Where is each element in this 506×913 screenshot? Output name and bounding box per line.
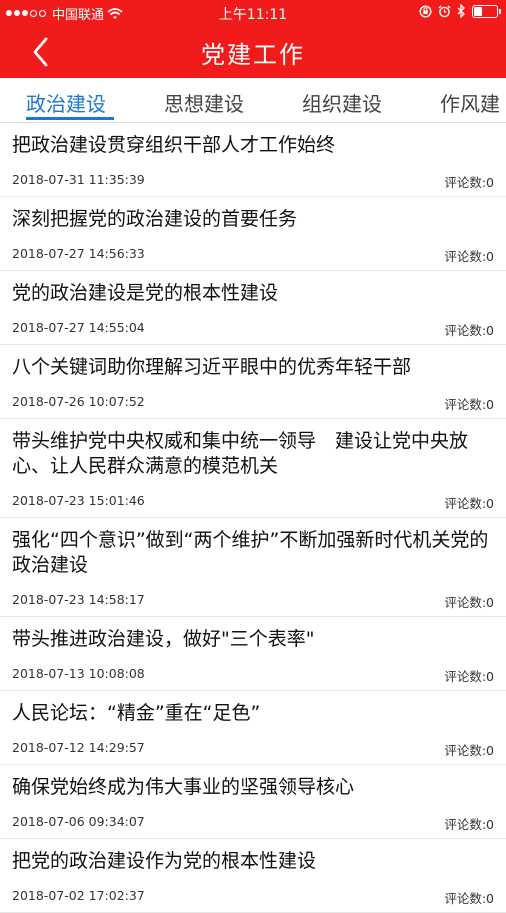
active-tab-indicator [26, 117, 114, 120]
news-meta: 2018-07-27 14:56:33 评论数:0 [12, 246, 494, 270]
news-title: 带头推进政治建设，做好"三个表率" [12, 628, 315, 650]
news-title: 把党的政治建设作为党的根本性建设 [12, 850, 317, 872]
page-title: 党建工作 [201, 41, 305, 69]
news-meta: 2018-07-26 10:07:52 评论数:0 [12, 394, 494, 418]
news-title: 把政治建设贯穿组织干部人才工作始终 [12, 134, 336, 156]
news-date: 2018-07-27 14:55:04 [12, 320, 145, 335]
news-item[interactable]: 把党的政治建设作为党的根本性建设 2018-07-02 17:02:37 评论数:0 [0, 839, 506, 913]
battery-icon [472, 4, 501, 18]
news-date: 2018-07-23 14:58:17 [12, 592, 145, 607]
news-item[interactable]: 人民论坛：“精金”重在“足色” 2018-07-12 14:29:57 评论数:0 [0, 691, 506, 765]
news-title: 带头维护党中央权威和集中统一领导 建设让党中央放心、让人民群众满意的模范机关 [12, 430, 469, 477]
tab-political[interactable]: 政治建设 [26, 88, 106, 117]
rotation-lock-icon [419, 4, 432, 18]
news-date: 2018-07-12 14:29:57 [12, 740, 145, 755]
news-title: 强化“四个意识”做到“两个维护”不断加强新时代机关党的政治建设 [12, 529, 489, 576]
status-right [419, 4, 501, 18]
bluetooth-icon [457, 4, 465, 18]
alarm-icon [438, 5, 451, 17]
news-item[interactable]: 强化“四个意识”做到“两个维护”不断加强新时代机关党的政治建设 2018-07-2… [0, 518, 506, 617]
news-meta: 2018-07-27 14:55:04 评论数:0 [12, 320, 494, 344]
status-bar: 中国联通 上午11:11 [0, 0, 506, 26]
news-meta: 2018-07-31 11:35:39 评论数:0 [12, 172, 494, 196]
news-title: 深刻把握党的政治建设的首要任务 [12, 208, 298, 230]
comment-count: 评论数:0 [444, 249, 494, 264]
tab-ideological[interactable]: 思想建设 [164, 88, 244, 117]
comment-count: 评论数:0 [444, 891, 494, 906]
tab-organizational[interactable]: 组织建设 [302, 88, 382, 117]
comment-count: 评论数:0 [444, 669, 494, 684]
news-date: 2018-07-31 11:35:39 [12, 172, 145, 187]
news-meta: 2018-07-23 15:01:46 评论数:0 [12, 493, 494, 517]
comment-count: 评论数:0 [444, 817, 494, 832]
news-item[interactable]: 深刻把握党的政治建设的首要任务 2018-07-27 14:56:33 评论数:0 [0, 197, 506, 271]
news-title: 人民论坛：“精金”重在“足色” [12, 702, 261, 724]
comment-count: 评论数:0 [444, 397, 494, 412]
news-meta: 2018-07-12 14:29:57 评论数:0 [12, 740, 494, 764]
news-meta: 2018-07-13 10:08:08 评论数:0 [12, 666, 494, 690]
news-title: 党的政治建设是党的根本性建设 [12, 282, 279, 304]
comment-count: 评论数:0 [444, 323, 494, 338]
news-meta: 2018-07-23 14:58:17 评论数:0 [12, 592, 494, 616]
tab-work-style[interactable]: 作风建 [440, 88, 500, 117]
news-item[interactable]: 带头推进政治建设，做好"三个表率" 2018-07-13 10:08:08 评论数:… [0, 617, 506, 691]
news-date: 2018-07-13 10:08:08 [12, 666, 145, 681]
comment-count: 评论数:0 [444, 743, 494, 758]
comment-count: 评论数:0 [444, 595, 494, 610]
news-meta: 2018-07-02 17:02:37 评论数:0 [12, 888, 494, 912]
category-tabs: 政治建设 思想建设 组织建设 作风建 [0, 78, 506, 123]
news-item[interactable]: 八个关键词助你理解习近平眼中的优秀年轻干部 2018-07-26 10:07:52… [0, 345, 506, 419]
news-item[interactable]: 带头维护党中央权威和集中统一领导 建设让党中央放心、让人民群众满意的模范机关 20… [0, 419, 506, 518]
news-title: 确保党始终成为伟大事业的坚强领导核心 [12, 776, 355, 798]
news-meta: 2018-07-06 09:34:07 评论数:0 [12, 814, 494, 838]
news-date: 2018-07-06 09:34:07 [12, 814, 145, 829]
news-item[interactable]: 确保党始终成为伟大事业的坚强领导核心 2018-07-06 09:34:07 评论数… [0, 765, 506, 839]
comment-count: 评论数:0 [444, 496, 494, 511]
news-title: 八个关键词助你理解习近平眼中的优秀年轻干部 [12, 356, 412, 378]
news-item[interactable]: 把政治建设贯穿组织干部人才工作始终 2018-07-31 11:35:39 评论数:… [0, 123, 506, 197]
comment-count: 评论数:0 [444, 175, 494, 190]
news-date: 2018-07-23 15:01:46 [12, 493, 145, 508]
news-date: 2018-07-26 10:07:52 [12, 394, 145, 409]
news-date: 2018-07-02 17:02:37 [12, 888, 145, 903]
news-item[interactable]: 党的政治建设是党的根本性建设 2018-07-27 14:55:04 评论数:0 [0, 271, 506, 345]
news-date: 2018-07-27 14:56:33 [12, 246, 145, 261]
nav-bar: 党建工作 [0, 26, 506, 78]
news-list: 把政治建设贯穿组织干部人才工作始终 2018-07-31 11:35:39 评论数:… [0, 123, 506, 913]
